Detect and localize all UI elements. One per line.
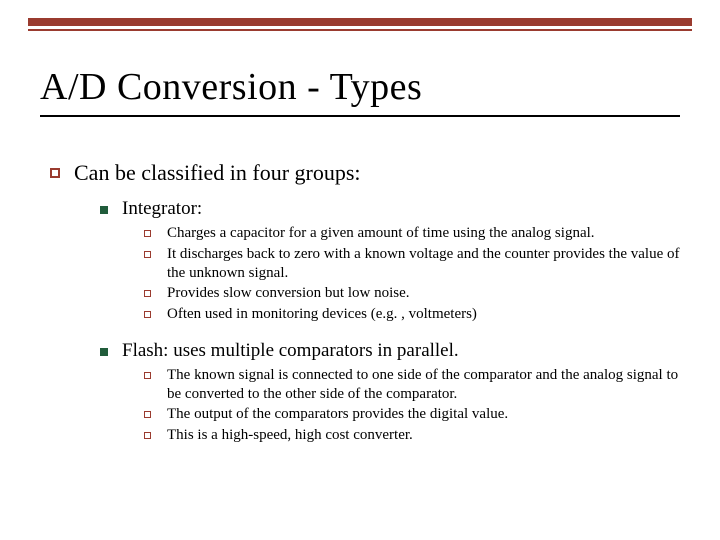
square-open-small-bullet-icon [144, 251, 151, 258]
title-underline [40, 115, 680, 117]
square-open-small-bullet-icon [144, 372, 151, 379]
level3-text: The output of the comparators provides t… [167, 405, 508, 424]
level2-text: Integrator: [122, 198, 202, 220]
decorative-top-bars [28, 18, 692, 31]
bullet-level3: The output of the comparators provides t… [144, 405, 680, 424]
title-block: A/D Conversion - Types [40, 65, 680, 117]
bullet-level3: Often used in monitoring devices (e.g. ,… [144, 305, 680, 324]
slide: A/D Conversion - Types Can be classified… [0, 0, 720, 540]
level3-text: Charges a capacitor for a given amount o… [167, 224, 595, 243]
level3-group: The known signal is connected to one sid… [144, 366, 680, 445]
level3-text: Provides slow conversion but low noise. [167, 284, 409, 303]
level3-text: It discharges back to zero with a known … [167, 245, 680, 283]
bullet-level3: It discharges back to zero with a known … [144, 245, 680, 283]
top-bar-thick [28, 18, 692, 26]
square-open-small-bullet-icon [144, 432, 151, 439]
square-open-small-bullet-icon [144, 411, 151, 418]
square-open-bullet-icon [50, 168, 60, 178]
square-open-small-bullet-icon [144, 311, 151, 318]
level2-text: Flash: uses multiple comparators in para… [122, 340, 459, 362]
bullet-level2: Flash: uses multiple comparators in para… [100, 340, 680, 362]
bullet-level3: The known signal is connected to one sid… [144, 366, 680, 404]
slide-body: Can be classified in four groups: Integr… [50, 160, 680, 461]
level1-text: Can be classified in four groups: [74, 160, 361, 186]
bullet-level2: Integrator: [100, 198, 680, 220]
square-open-small-bullet-icon [144, 290, 151, 297]
bullet-level3: Charges a capacitor for a given amount o… [144, 224, 680, 243]
square-solid-bullet-icon [100, 206, 108, 214]
level3-text: The known signal is connected to one sid… [167, 366, 680, 404]
slide-title: A/D Conversion - Types [40, 65, 680, 109]
top-bar-thin [28, 29, 692, 31]
bullet-level1: Can be classified in four groups: [50, 160, 680, 186]
square-open-small-bullet-icon [144, 230, 151, 237]
bullet-level3: This is a high-speed, high cost converte… [144, 426, 680, 445]
bullet-level3: Provides slow conversion but low noise. [144, 284, 680, 303]
level3-group: Charges a capacitor for a given amount o… [144, 224, 680, 324]
square-solid-bullet-icon [100, 348, 108, 356]
level3-text: Often used in monitoring devices (e.g. ,… [167, 305, 477, 324]
level3-text: This is a high-speed, high cost converte… [167, 426, 413, 445]
level2-group: Integrator: Charges a capacitor for a gi… [100, 198, 680, 445]
